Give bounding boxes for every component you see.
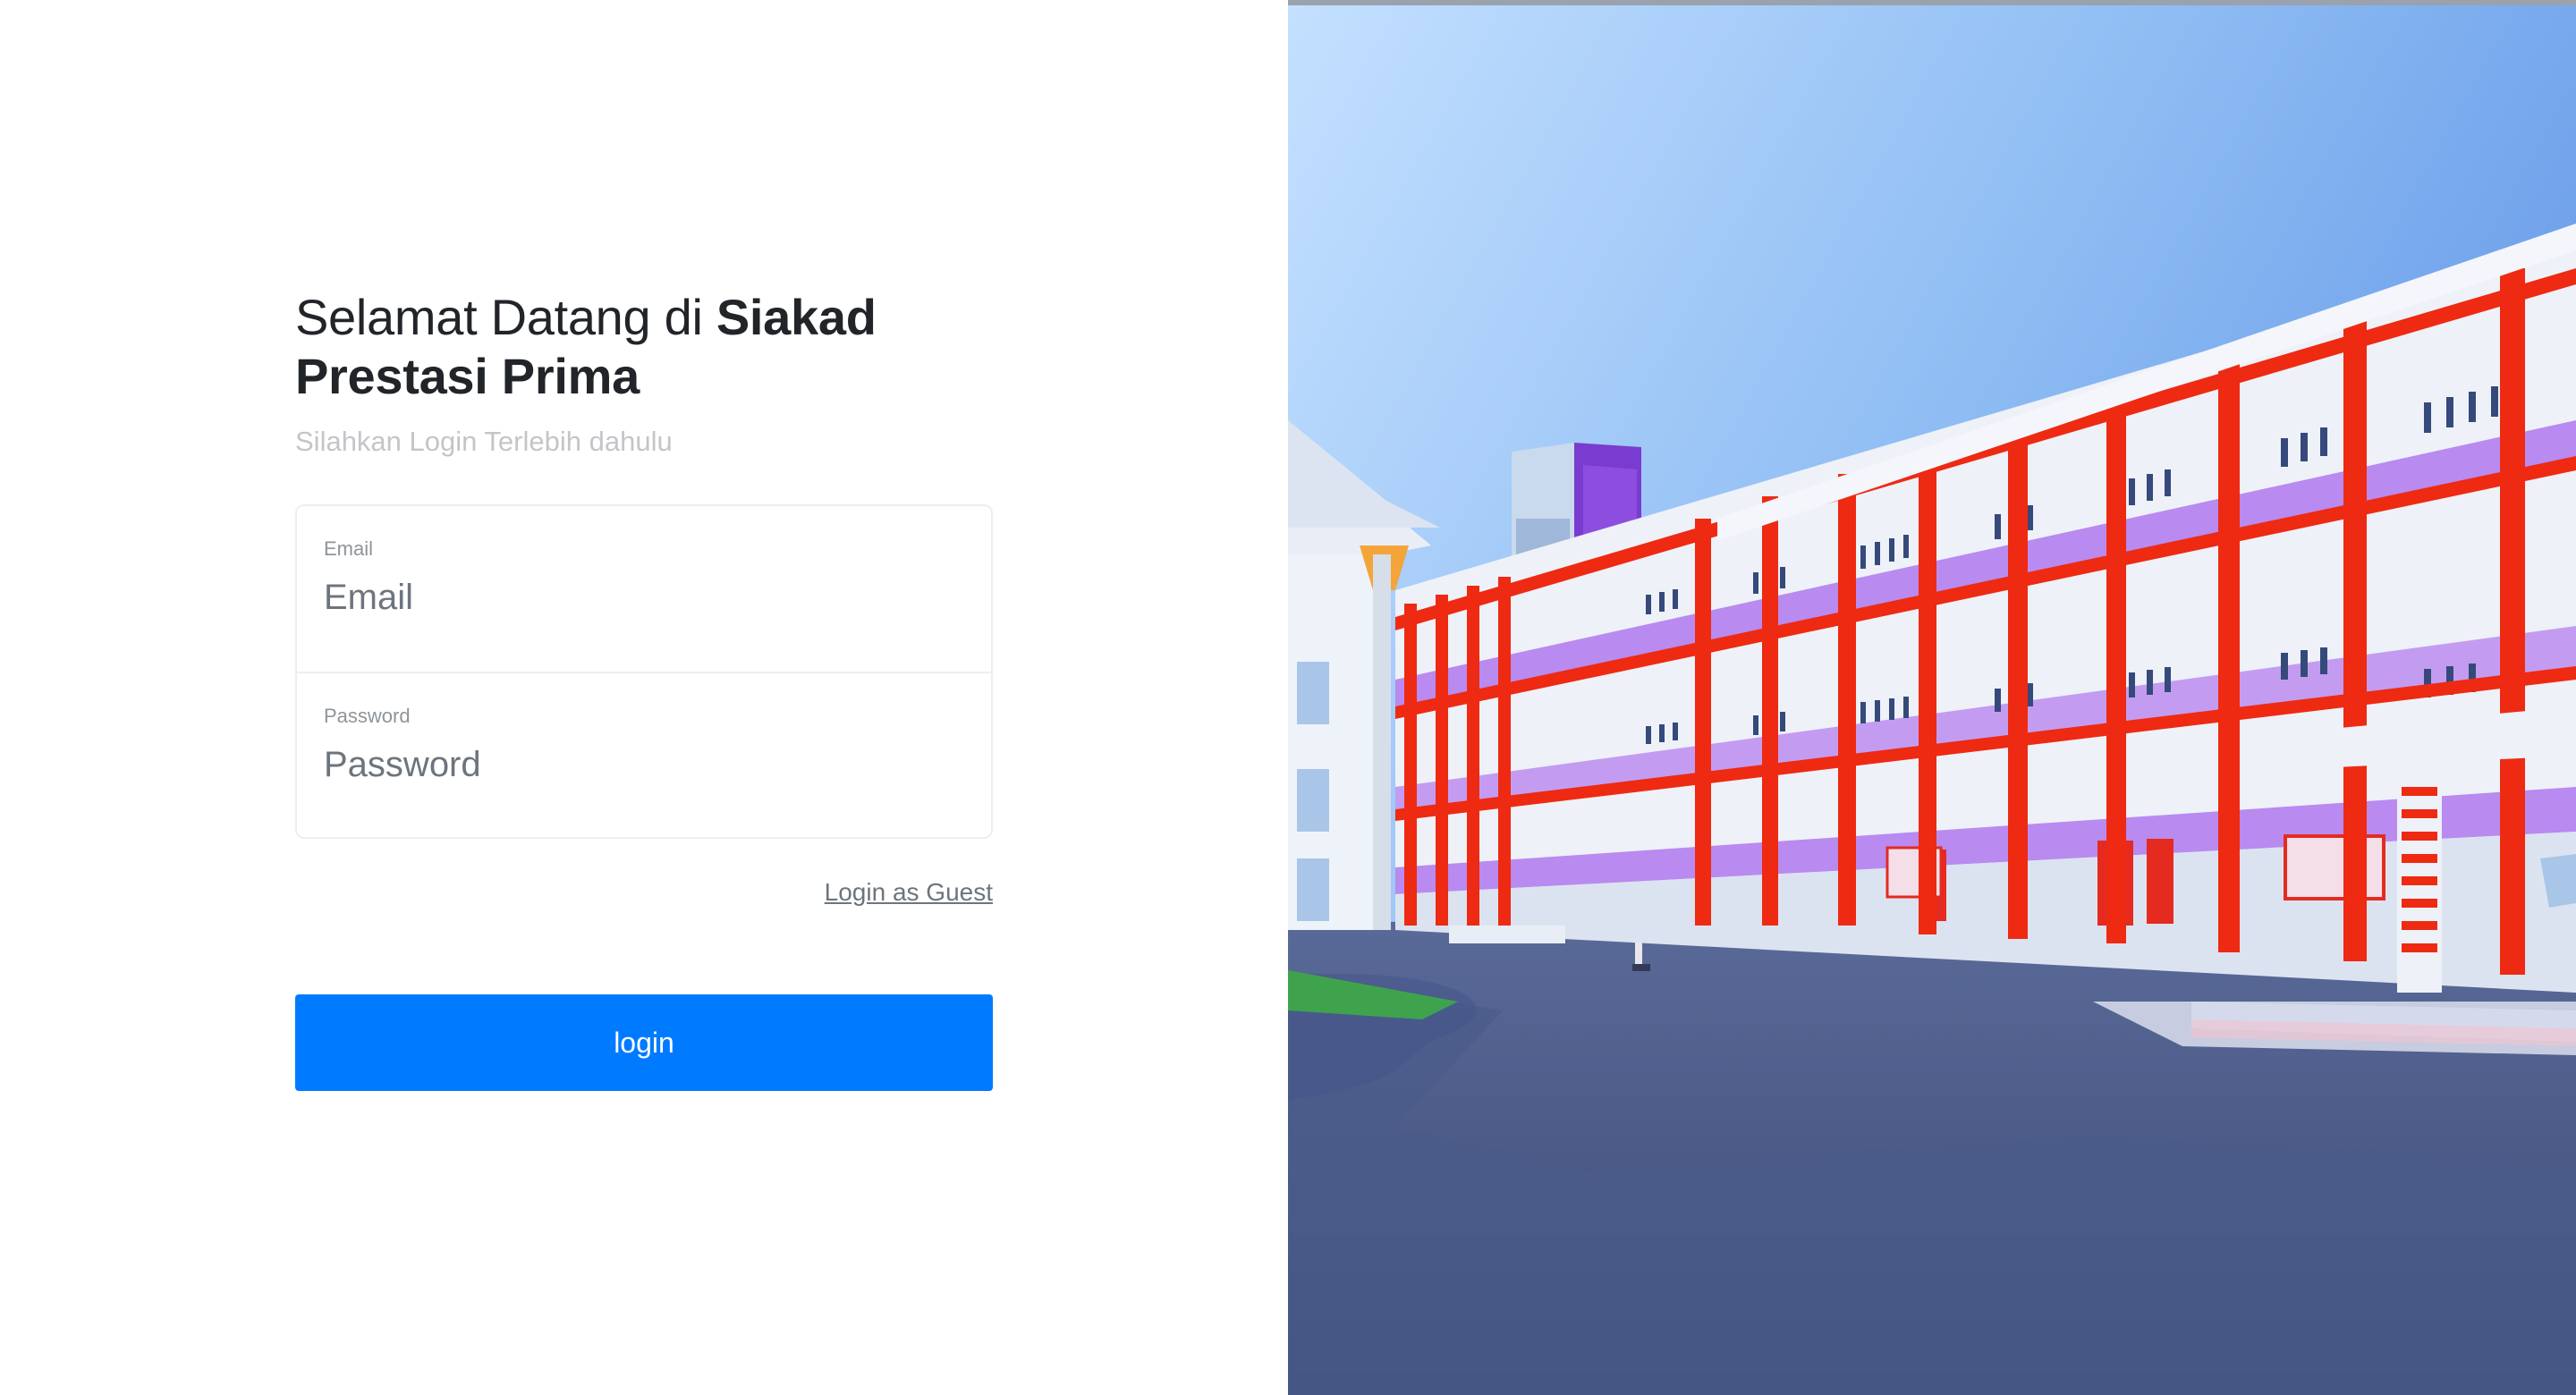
email-label: Email — [324, 537, 374, 560]
email-input[interactable] — [324, 572, 964, 622]
password-label: Password — [324, 705, 411, 727]
login-panel: Selamat Datang di Siakad Prestasi Prima … — [0, 0, 1288, 1395]
credentials-group: Email Password — [295, 504, 993, 839]
password-input[interactable] — [324, 740, 964, 790]
login-button[interactable]: login — [295, 994, 993, 1091]
login-as-guest-link[interactable]: Login as Guest — [825, 878, 993, 906]
email-field-container: Email — [297, 506, 991, 672]
password-field-container: Password — [297, 672, 991, 837]
page-subtitle: Silahkan Login Terlebih dahulu — [295, 426, 673, 457]
login-form: Selamat Datang di Siakad Prestasi Prima … — [295, 288, 993, 1091]
guest-row: Login as Guest — [295, 876, 993, 912]
campus-building-illustration-icon — [1288, 0, 2576, 1395]
campus-illustration — [1288, 0, 2576, 1395]
title-prefix: Selamat Datang di — [295, 289, 716, 345]
page-title: Selamat Datang di Siakad Prestasi Prima — [295, 288, 993, 406]
